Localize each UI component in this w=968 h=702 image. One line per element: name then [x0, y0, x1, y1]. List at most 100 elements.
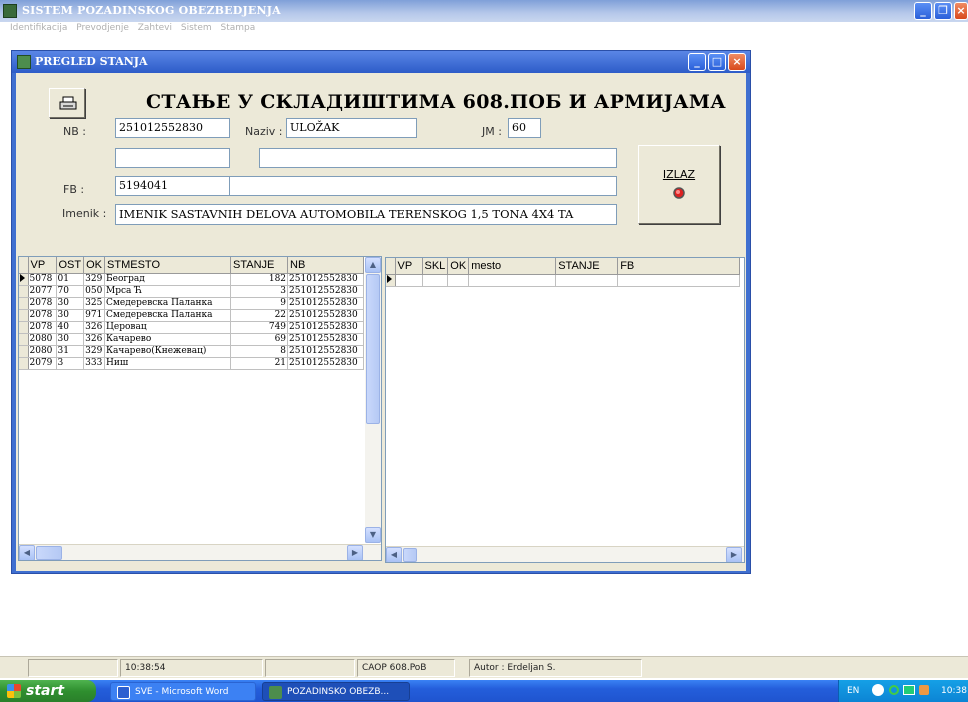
taskbar-item-pozadinsko[interactable]: POZADINSKO OBEZB...	[262, 682, 410, 701]
cell-ok[interactable]: 326	[83, 321, 106, 334]
fb-extra-field[interactable]	[229, 176, 617, 196]
column-header-fb[interactable]: FB	[617, 258, 741, 275]
cell-stmesto[interactable]: Смедеревска Паланка	[104, 309, 232, 322]
izlaz-button[interactable]: IZLAZ	[638, 145, 720, 224]
cell-nb[interactable]: 251012552830	[287, 345, 365, 358]
fb-field[interactable]: 5194041	[115, 176, 230, 196]
naziv-field[interactable]: ULOŽAK	[286, 118, 417, 138]
cell-ok[interactable]: 329	[83, 345, 106, 358]
menu-stampa[interactable]: Stampa	[221, 23, 256, 33]
cell-stmesto[interactable]: Мрса Ћ	[104, 285, 232, 298]
cell-stanje[interactable]	[555, 274, 619, 287]
table-row[interactable]: 2079 3 333 Ниш 21 251012552830	[19, 357, 365, 370]
cell-stanje[interactable]: 182	[230, 273, 289, 286]
left-grid-vertical-scrollbar[interactable]: ▲ ▼	[365, 257, 381, 543]
taskbar-clock[interactable]: 10:38	[941, 686, 967, 696]
cell-ost[interactable]: 01	[56, 273, 85, 286]
menu-prevodjenje[interactable]: Prevodjenje	[76, 23, 129, 33]
cell-nb[interactable]: 251012552830	[287, 273, 365, 286]
cell-stanje[interactable]: 22	[230, 309, 289, 322]
scroll-up-icon[interactable]: ▲	[365, 257, 381, 273]
cell-stmesto[interactable]: Качарево(Кнежевац)	[104, 345, 232, 358]
cell-vp[interactable]: 2078	[28, 321, 57, 334]
scroll-down-icon[interactable]: ▼	[365, 527, 381, 543]
cell-stanje[interactable]: 8	[230, 345, 289, 358]
scroll-left-icon[interactable]: ◀	[19, 545, 35, 560]
window-close-button[interactable]: ×	[728, 53, 746, 71]
menu-identifikacija[interactable]: Identifikacija	[10, 23, 67, 33]
column-header-nb[interactable]: NB	[287, 257, 365, 274]
table-row[interactable]: 2078 30 971 Смедеревска Паланка 22 25101…	[19, 309, 365, 322]
column-header-stanje[interactable]: STANJE	[555, 258, 619, 275]
column-header-ost[interactable]: OST	[56, 257, 85, 274]
app-minimize-button[interactable]: _	[914, 2, 932, 20]
table-row[interactable]: 2080 30 326 Качарево 69 251012552830	[19, 333, 365, 346]
cell-nb[interactable]: 251012552830	[287, 321, 365, 334]
tray-status-icon[interactable]	[889, 685, 899, 695]
cell-vp[interactable]: 2077	[28, 285, 57, 298]
cell-nb[interactable]: 251012552830	[287, 357, 365, 370]
cell-ok[interactable]: 971	[83, 309, 106, 322]
column-header-mesto[interactable]: mesto	[468, 258, 557, 275]
cell-vp[interactable]: 5078	[28, 273, 57, 286]
extra-field-1[interactable]	[115, 148, 230, 168]
cell-vp[interactable]: 2078	[28, 297, 57, 310]
cell-ok[interactable]: 326	[83, 333, 106, 346]
column-header-skl[interactable]: SKL	[422, 258, 449, 275]
print-button[interactable]	[49, 88, 85, 118]
start-button[interactable]: start	[0, 680, 96, 702]
table-row[interactable]: 5078 01 329 Београд 182 251012552830	[19, 273, 365, 286]
cell-vp[interactable]: 2079	[28, 357, 57, 370]
left-grid-horizontal-scrollbar[interactable]: ◀ ▶	[19, 544, 381, 560]
app-restore-button[interactable]: ❐	[934, 2, 952, 20]
menu-sistem[interactable]: Sistem	[181, 23, 212, 33]
cell-stmesto[interactable]: Смедеревска Паланка	[104, 297, 232, 310]
cell-ost[interactable]: 30	[56, 309, 85, 322]
column-header-vp[interactable]: VP	[395, 258, 423, 275]
app-close-button[interactable]: ×	[954, 2, 968, 20]
horizontal-scroll-thumb[interactable]	[403, 548, 417, 562]
cell-nb[interactable]: 251012552830	[287, 297, 365, 310]
cell-ost[interactable]: 40	[56, 321, 85, 334]
cell-ok[interactable]: 050	[83, 285, 106, 298]
right-grid-horizontal-scrollbar[interactable]: ◀ ▶	[386, 546, 744, 562]
cell-stanje[interactable]: 749	[230, 321, 289, 334]
cell-stanje[interactable]: 3	[230, 285, 289, 298]
network-icon[interactable]	[903, 685, 915, 695]
column-header-ok[interactable]: OK	[447, 258, 470, 275]
cell-ok[interactable]: 325	[83, 297, 106, 310]
imenik-field[interactable]: IMENIK SASTAVNIH DELOVA AUTOMOBILA TEREN…	[115, 204, 617, 225]
cell-stanje[interactable]: 21	[230, 357, 289, 370]
extra-field-2[interactable]	[259, 148, 617, 168]
cell-vp[interactable]: 2080	[28, 333, 57, 346]
cell-ost[interactable]: 3	[56, 357, 85, 370]
column-header-stmesto[interactable]: STMESTO	[104, 257, 232, 274]
detail-grid[interactable]: VP SKL OK mesto STANJE FB ◀ ▶	[385, 257, 745, 563]
table-row[interactable]: 2080 31 329 Качарево(Кнежевац) 8 2510125…	[19, 345, 365, 358]
stanje-grid[interactable]: VP OST OK STMESTO STANJE NB 5078 01 329 …	[18, 256, 382, 561]
cell-stmesto[interactable]: Београд	[104, 273, 232, 286]
cell-vp[interactable]: 2078	[28, 309, 57, 322]
cell-stmesto[interactable]: Ниш	[104, 357, 232, 370]
column-header-ok[interactable]: OK	[83, 257, 106, 274]
cell-vp[interactable]	[395, 274, 423, 287]
tray-arrow-icon[interactable]	[872, 684, 884, 696]
cell-ost[interactable]: 30	[56, 297, 85, 310]
taskbar-item-word[interactable]: SVE - Microsoft Word	[110, 682, 256, 701]
scroll-left-icon[interactable]: ◀	[386, 547, 402, 562]
cell-mesto[interactable]	[468, 274, 557, 287]
cell-skl[interactable]	[422, 274, 449, 287]
jm-field[interactable]: 60	[508, 118, 541, 138]
cell-stanje[interactable]: 69	[230, 333, 289, 346]
cell-nb[interactable]: 251012552830	[287, 333, 365, 346]
table-row[interactable]: 2078 40 326 Церовац 749 251012552830	[19, 321, 365, 334]
window-maximize-button[interactable]: □	[708, 53, 726, 71]
cell-fb[interactable]	[617, 274, 741, 287]
cell-ost[interactable]: 70	[56, 285, 85, 298]
window-minimize-button[interactable]: _	[688, 53, 706, 71]
table-row[interactable]: 2077 70 050 Мрса Ћ 3 251012552830	[19, 285, 365, 298]
nb-field[interactable]: 251012552830	[115, 118, 230, 138]
column-header-stanje[interactable]: STANJE	[230, 257, 289, 274]
horizontal-scroll-thumb[interactable]	[36, 546, 62, 560]
scroll-right-icon[interactable]: ▶	[726, 547, 742, 562]
